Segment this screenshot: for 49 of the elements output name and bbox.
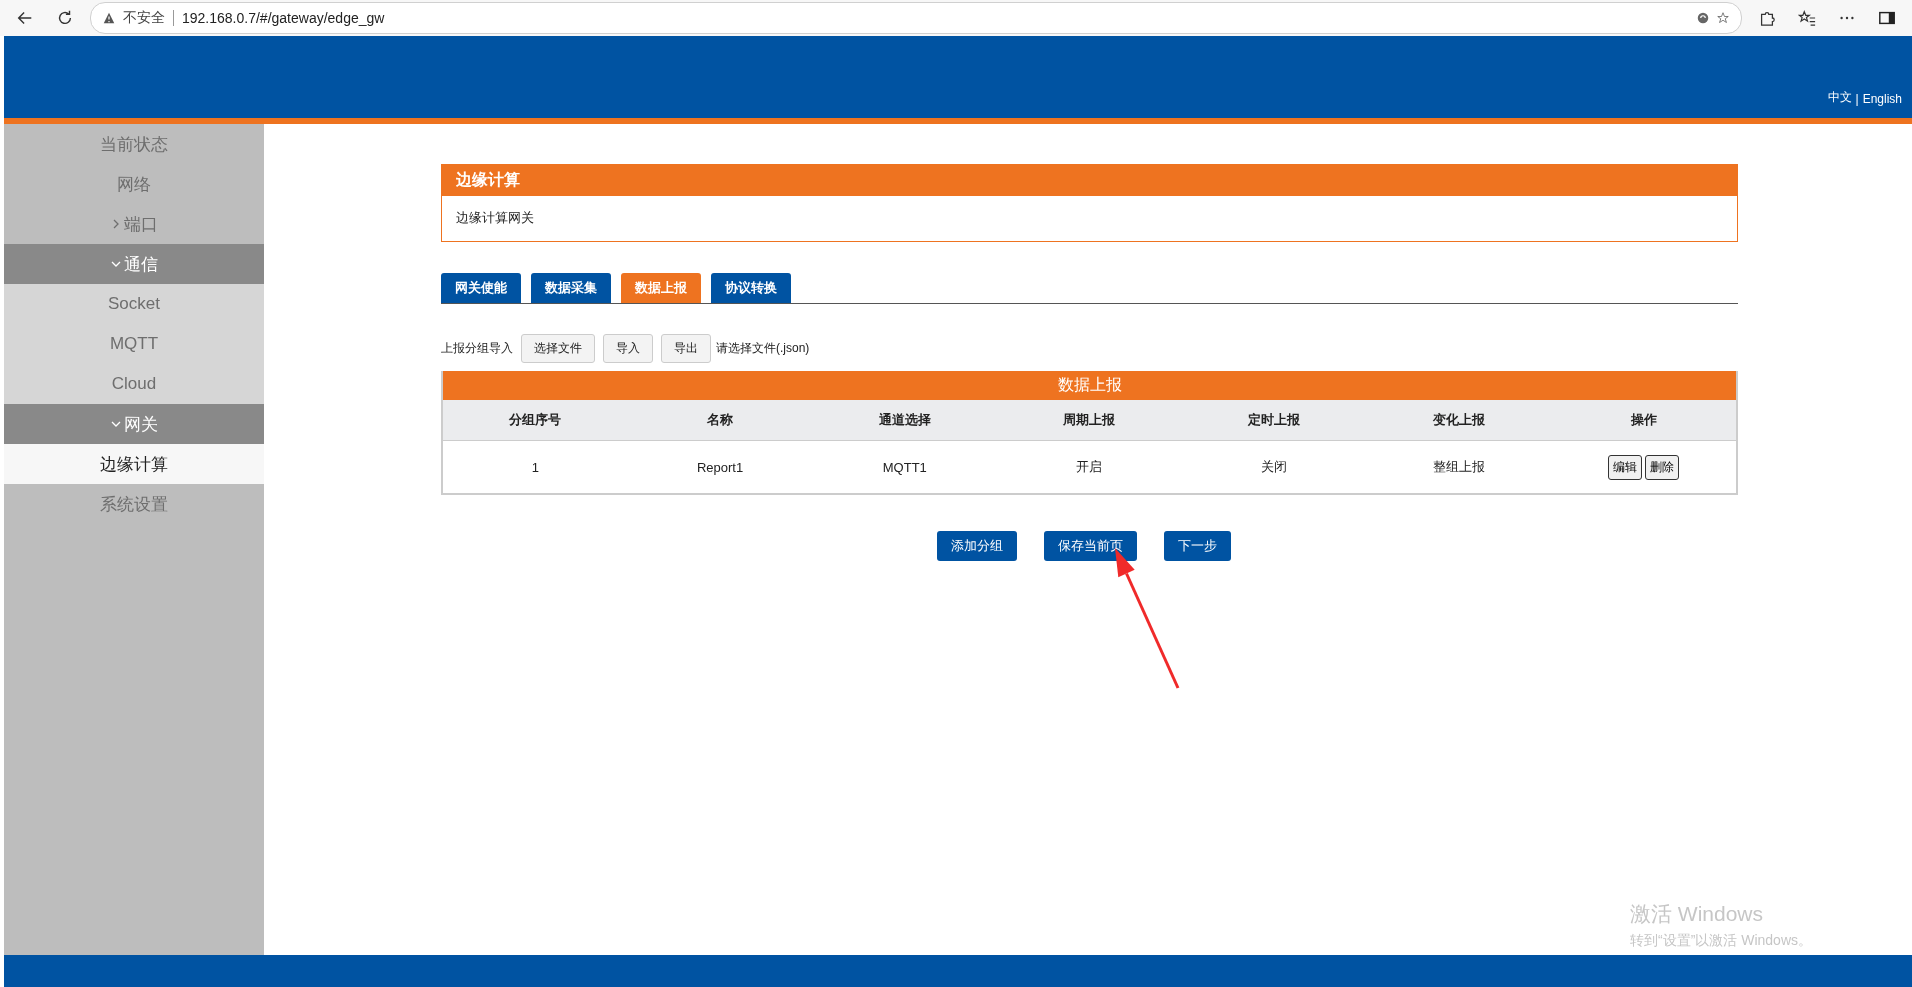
column-header: 分组序号: [508, 411, 563, 429]
action-button[interactable]: 下一步: [1163, 531, 1231, 561]
tab[interactable]: 协议转换: [711, 273, 791, 303]
url-text: 192.168.0.7/#/gateway/edge_gw: [182, 10, 385, 26]
sidebar-icon[interactable]: [1878, 9, 1896, 27]
sidebar-item[interactable]: 边缘计算: [4, 444, 264, 484]
action-button[interactable]: 保存当前页: [1043, 531, 1137, 561]
address-bar[interactable]: 不安全 192.168.0.7/#/gateway/edge_gw: [90, 2, 1742, 34]
back-icon[interactable]: [16, 9, 34, 27]
column-header: 周期上报: [1062, 411, 1117, 429]
language-link[interactable]: 中文: [1827, 89, 1852, 106]
action-button[interactable]: 删除: [1645, 454, 1680, 480]
sidebar-item[interactable]: 通信: [4, 244, 264, 284]
column-header: 操作: [1629, 411, 1658, 429]
tab[interactable]: 数据采集: [531, 273, 611, 303]
sidebar-item[interactable]: Socket: [4, 284, 264, 324]
column-header: 通道选择: [877, 411, 932, 429]
table-cell-text: 1: [530, 459, 540, 475]
separator-text: |: [1855, 92, 1859, 106]
activation-title: 激活 Windows: [1630, 901, 1765, 927]
column-header: 变化上报: [1431, 411, 1486, 429]
security-label: 不安全: [123, 9, 165, 27]
action-button[interactable]: 添加分组: [936, 531, 1017, 561]
reload-icon[interactable]: [56, 9, 74, 27]
table-title: 数据上报: [443, 371, 1736, 400]
warning-icon: [103, 12, 115, 24]
file-button[interactable]: 导入: [603, 334, 653, 363]
action-button[interactable]: 编辑: [1608, 454, 1643, 480]
table-cell-text: 开启: [1075, 458, 1104, 476]
table-cell-text: 关闭: [1260, 458, 1289, 476]
column-header: 名称: [706, 411, 735, 429]
sidebar-item[interactable]: MQTT: [4, 324, 264, 364]
file-button[interactable]: 选择文件: [521, 334, 595, 363]
language-link[interactable]: English: [1862, 92, 1902, 106]
table-cell-text: 整组上报: [1431, 458, 1486, 476]
panel-description: 边缘计算网关: [455, 209, 535, 227]
panel-title: 边缘计算: [442, 165, 1737, 196]
table-cell-text: MQTT1: [881, 459, 928, 475]
tab[interactable]: 网关使能: [441, 273, 521, 303]
sidebar-item[interactable]: 网关: [4, 404, 264, 444]
table-cell-text: Report1: [695, 459, 745, 475]
star-icon[interactable]: [1717, 12, 1729, 24]
puzzle-icon[interactable]: [1758, 9, 1776, 27]
favorites-icon[interactable]: [1798, 9, 1816, 27]
file-hint: 请选择文件(.json): [716, 340, 810, 357]
sidebar-item[interactable]: Cloud: [4, 364, 264, 404]
column-header: 定时上报: [1247, 411, 1302, 429]
import-label: 上报分组导入: [441, 340, 513, 357]
file-button[interactable]: 导出: [661, 334, 711, 363]
